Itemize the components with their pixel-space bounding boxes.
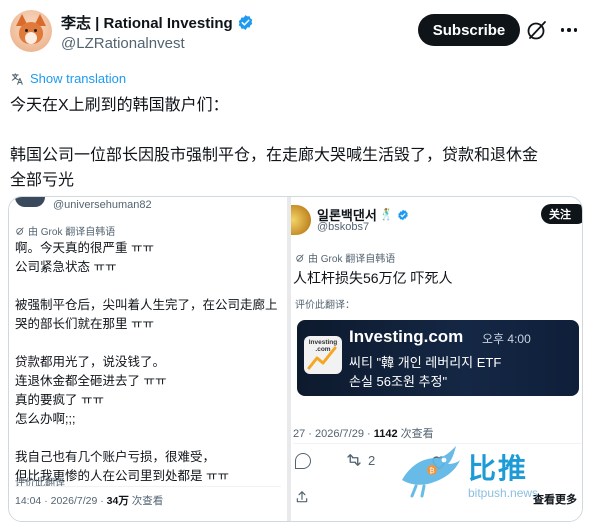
reply-icon [295,453,311,469]
card-source: Investing.com [349,327,464,346]
translate-icon [11,72,23,85]
post-line: 哭的部长们就在那里 ㅠㅠ [15,317,154,331]
retweet-icon [347,454,361,466]
view-more-link: 查看更多 [533,494,577,506]
grok-translation-note: 由 Grok 翻译自韩语 [295,250,395,265]
embedded-post-text: 人杠杆损失56万亿 吓死人 [293,270,453,286]
card-time: 오후 4:00 [482,332,531,346]
show-translation-link[interactable]: Show translation [30,71,126,86]
embedded-post-text: 啊。今天真的很严重 ㅠㅠ 公司紧急状态 ㅠㅠ 被强制平仓后，尖叫着人生完了，在公… [15,239,283,486]
dancer-emoji-icon: 🕺 [379,209,394,221]
svg-text:₿: ₿ [429,467,434,475]
view-count: 34万 [106,495,129,507]
post-line: 贷款都用光了，说没钱了。 [15,355,166,369]
translation-source: 由 Grok 翻译自韩语 [308,254,396,265]
tweet-line: 全部亏光 [10,172,75,189]
investing-news-card: Investing .com Investing.com 오후 4:00 씨티 … [297,320,579,396]
avatar [15,197,45,207]
post-line: 连退休金都全砸进去了 ㅠㅠ [15,374,167,388]
watermark-url: bitpush.news [468,486,539,500]
post-line: 被强制平仓后，尖叫着人生完了，在公司走廊上 [15,298,278,312]
author-name-row: 李志 | Rational Investing [61,12,254,33]
post-line: 公司紧急状态 ㅠㅠ [15,260,117,274]
tweet-line: 韩国公司一位部长因股市强制平仓，在走廊大哭喊生活毁了，贷款和退休金 [10,147,539,164]
divider [15,486,281,487]
post-line: 啊。今天真的很严重 ㅠㅠ [15,241,154,255]
post-line: 怎么办啊;;; [15,412,76,426]
post-time: 27 · 2026/7/29 · [293,428,374,440]
card-headline: 손실 56조원 추정" [349,374,448,389]
share-icon [296,491,308,503]
investing-logo-icon: Investing .com [304,336,342,374]
grok-icon [296,253,304,262]
grok-icon[interactable] [525,18,549,42]
grok-icon [16,226,24,235]
show-translation-row[interactable]: Show translation [10,71,126,86]
bitpush-bird-logo: ₿ [402,446,460,498]
media-image-left[interactable]: @universehuman82 由 Grok 翻译自韩语 啊。今天真的很严重 … [9,197,287,521]
verified-badge-icon [238,15,252,30]
fox-avatar[interactable] [10,10,52,52]
more-icon[interactable] [557,18,581,42]
tweet-body: 今天在X上刷到的韩国散户们： 韩国公司一位部长因股市强制平仓，在走廊大哭喊生活毁… [10,93,580,193]
post-line: 我自己也有几个账户亏损，很难受， [15,450,216,464]
view-count: 1142 [373,428,398,440]
watermark-brand: 比推 [468,452,529,485]
author-handle[interactable]: @LZRationalnvest [61,35,185,52]
grok-translation-note: 由 Grok 翻译自韩语 [15,223,115,238]
subscribe-button[interactable]: Subscribe [418,14,520,46]
follow-button: 关注 [541,204,582,224]
post-line: 真的要疯了 ㅠㅠ [15,393,104,407]
embedded-handle: @universehuman82 [53,199,152,211]
tweet-line: 今天在X上刷到的韩国散户们： [10,97,229,114]
author-display-name[interactable]: 李志 | Rational Investing [61,12,233,33]
rate-translation: 评价此翻译： [295,300,355,311]
verified-badge-icon [397,209,408,220]
card-headline: 씨티 "韓 개인 레버리지 ETF [349,355,502,370]
retweet-action: 2 [345,452,375,468]
retweet-count: 2 [368,452,376,468]
post-time: 14:04 · 2026/7/29 · [15,495,107,507]
post-meta: 14:04 · 2026/7/29 · 34万 次查看 [15,493,163,508]
post-meta: 27 · 2026/7/29 · 1142 次查看 [293,425,434,441]
avatar [291,205,311,235]
tweet-header: 李志 | Rational Investing @LZRationalnvest… [0,0,591,64]
translation-source: 由 Grok 翻译自韩语 [28,227,116,238]
view-label: 次查看 [128,495,164,507]
view-label: 次查看 [397,428,434,440]
embedded-handle: @bskobs7 [317,221,370,233]
